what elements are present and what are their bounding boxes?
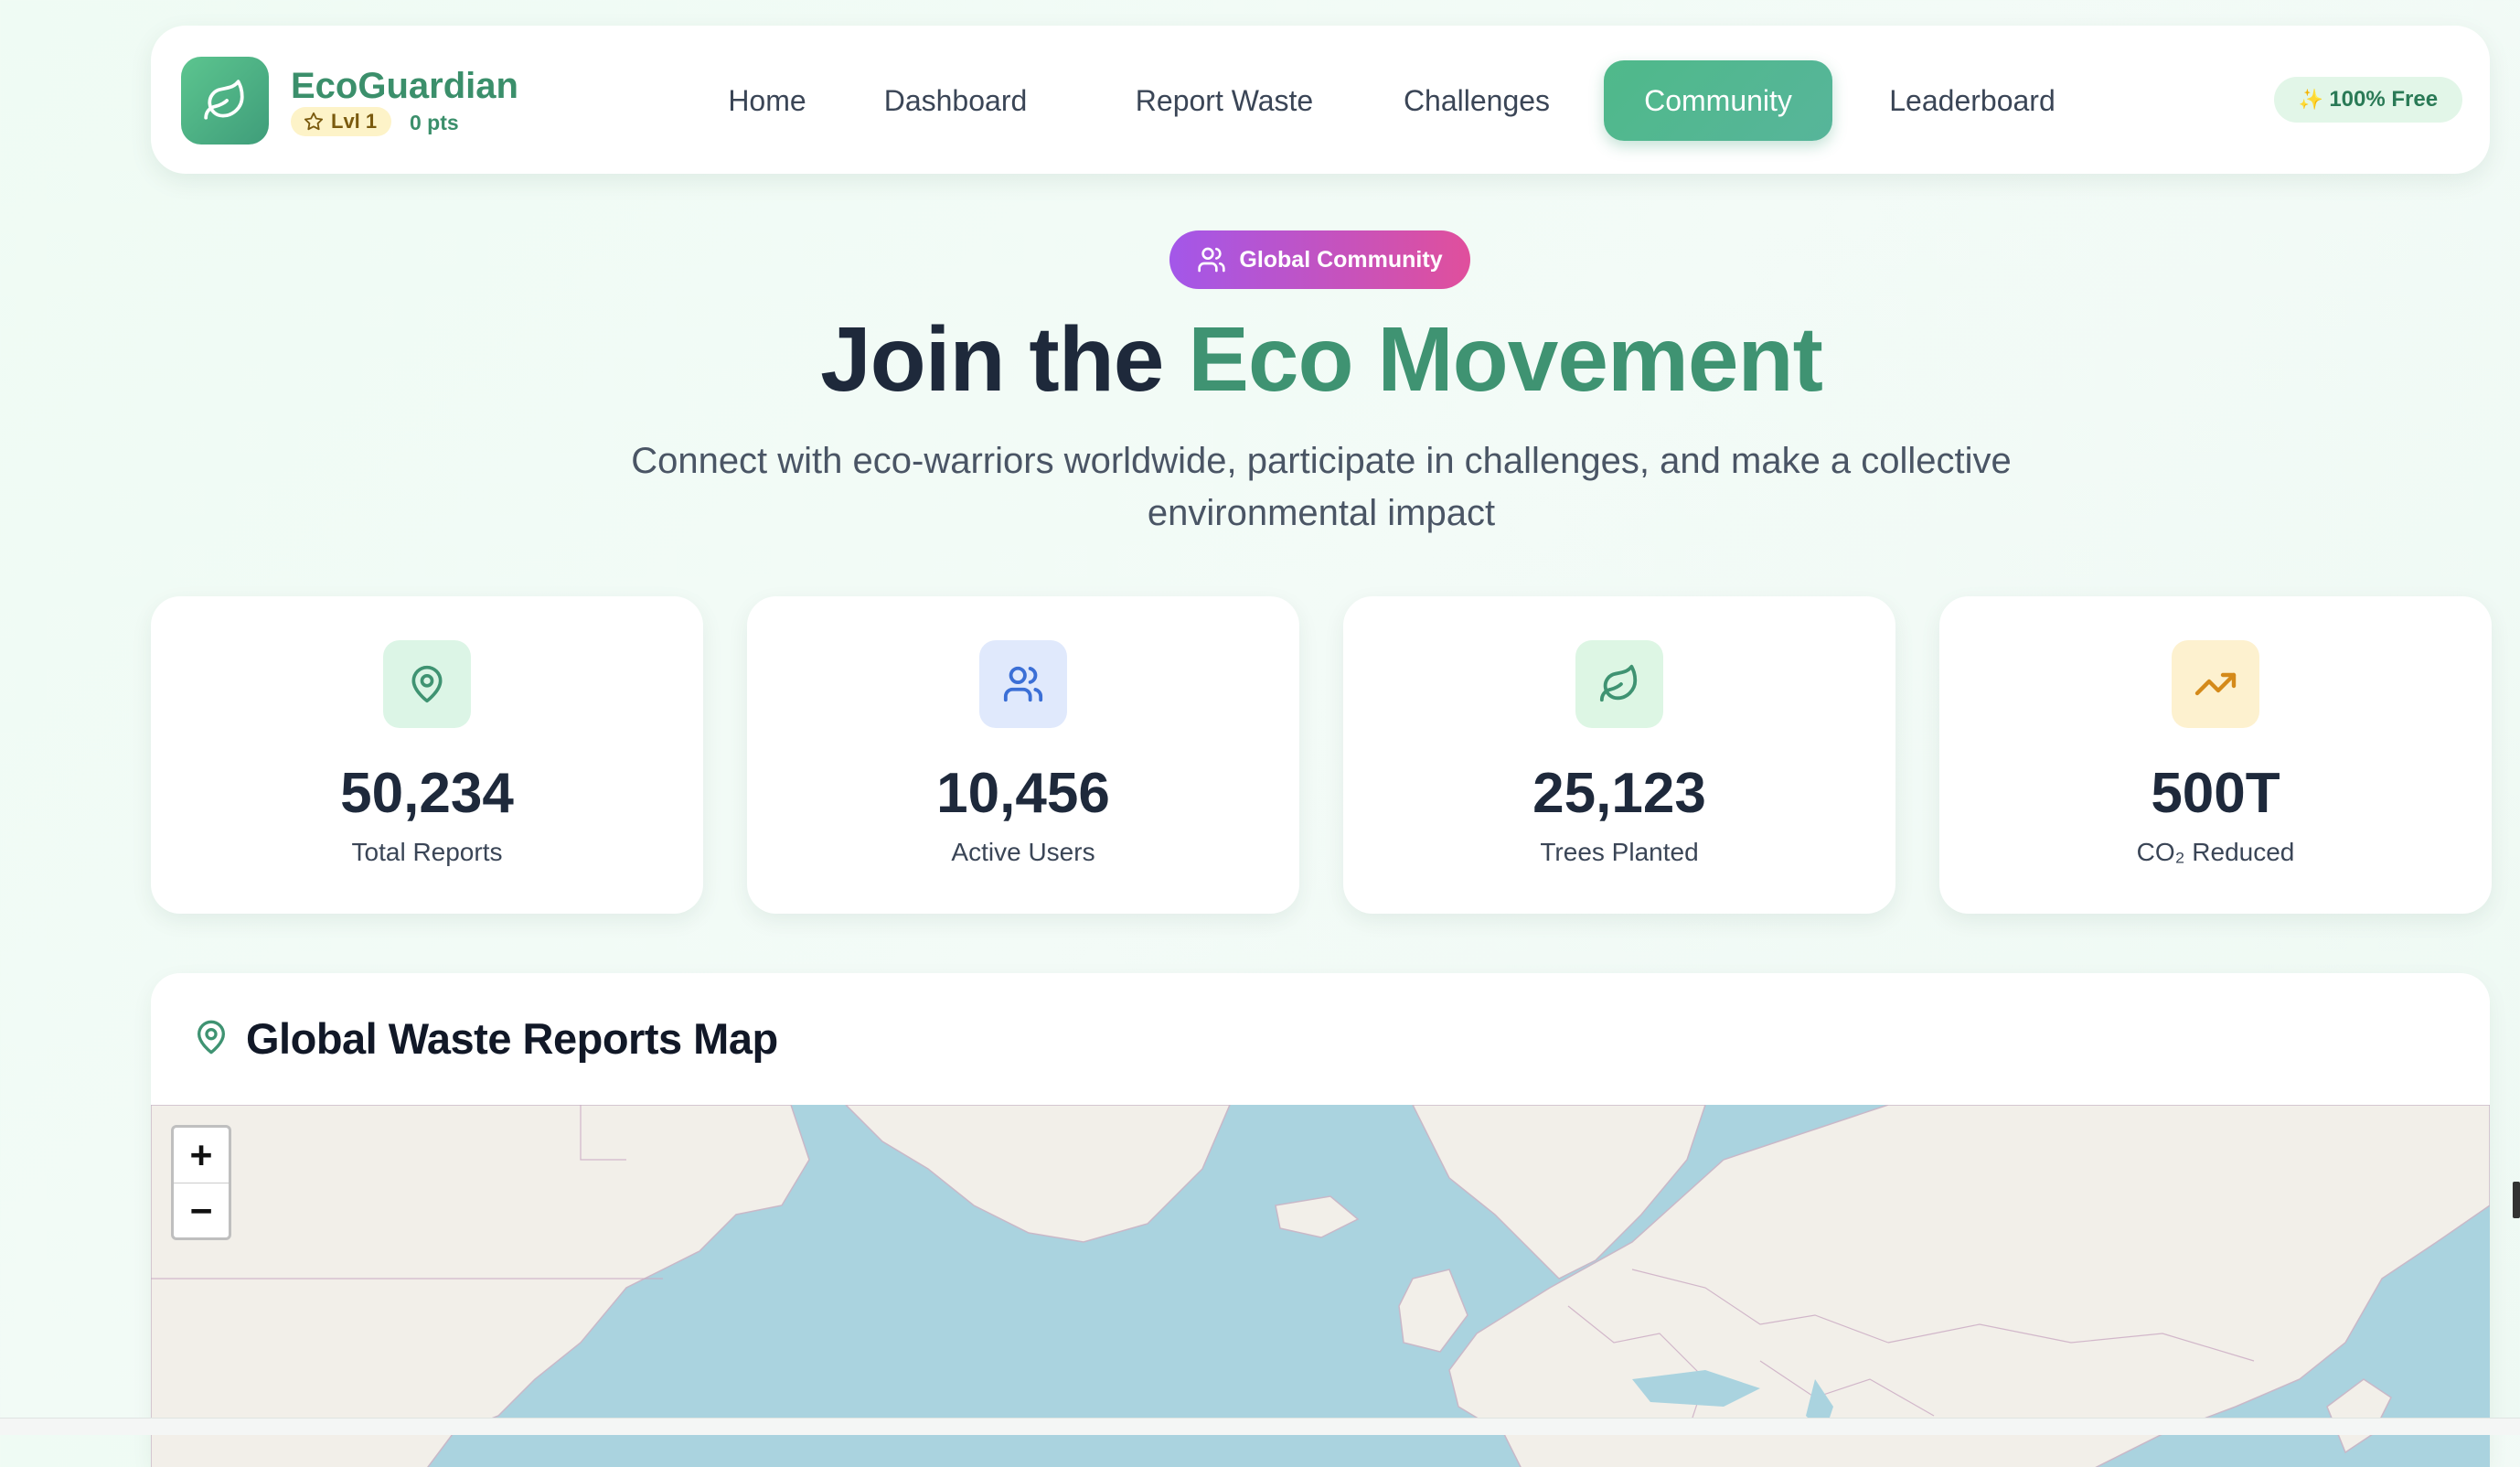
stat-card-active-users: 10,456 Active Users bbox=[747, 596, 1299, 914]
stat-value: 50,234 bbox=[340, 762, 514, 825]
stat-label: Trees Planted bbox=[1540, 838, 1699, 866]
star-icon bbox=[304, 112, 324, 131]
zoom-out-button[interactable]: − bbox=[174, 1183, 229, 1237]
users-icon bbox=[1198, 247, 1226, 273]
stat-label: CO₂ Reduced bbox=[2136, 838, 2295, 866]
leaf-icon bbox=[1599, 664, 1638, 702]
points-label: 0 pts bbox=[410, 111, 459, 134]
stat-icon-tile bbox=[383, 640, 471, 728]
nav-challenges[interactable]: Challenges bbox=[1381, 60, 1573, 141]
stat-card-total-reports: 50,234 Total Reports bbox=[151, 596, 703, 914]
top-navbar: EcoGuardian Lvl 1 0 pts Home Dashboard R… bbox=[151, 26, 2490, 174]
nav-dashboard[interactable]: Dashboard bbox=[868, 60, 1043, 141]
hero-subtitle: Connect with eco-warriors worldwide, par… bbox=[631, 441, 2012, 533]
stat-value: 25,123 bbox=[1532, 762, 1706, 825]
free-badge: ✨ 100% Free bbox=[2274, 77, 2462, 123]
stat-card-trees-planted: 25,123 Trees Planted bbox=[1343, 596, 1895, 914]
sparkle-icon: ✨ bbox=[2298, 88, 2324, 111]
nav-report-waste[interactable]: Report Waste bbox=[1126, 60, 1323, 141]
hero-title-accent: Eco Movement bbox=[1188, 308, 1823, 411]
trending-up-icon bbox=[2194, 672, 2237, 696]
users-icon bbox=[1003, 666, 1043, 702]
stat-value: 10,456 bbox=[936, 762, 1110, 825]
map-pin-icon bbox=[411, 665, 443, 703]
stat-label: Active Users bbox=[951, 838, 1095, 866]
scrollbar-handle[interactable] bbox=[2513, 1182, 2520, 1218]
hero-title-part1: Join the bbox=[820, 308, 1189, 411]
nav-leaderboard[interactable]: Leaderboard bbox=[1875, 60, 2069, 141]
free-badge-label: 100% Free bbox=[2329, 87, 2439, 112]
stat-value: 500T bbox=[2151, 762, 2280, 825]
page-bottom-edge bbox=[0, 1418, 2520, 1435]
logo-tile[interactable] bbox=[181, 57, 269, 145]
stat-icon-tile bbox=[979, 640, 1067, 728]
map-title: Global Waste Reports Map bbox=[246, 1014, 778, 1063]
nav-community[interactable]: Community bbox=[1604, 60, 1832, 141]
stat-icon-tile bbox=[1575, 640, 1663, 728]
level-badge: Lvl 1 bbox=[291, 107, 392, 136]
stat-label: Total Reports bbox=[351, 838, 503, 866]
stat-icon-tile bbox=[2172, 640, 2259, 728]
zoom-in-button[interactable]: + bbox=[174, 1128, 229, 1183]
leaf-logo-icon bbox=[204, 80, 244, 120]
global-map-card: Global Waste Reports Map + − bbox=[151, 973, 2490, 1467]
nav-home[interactable]: Home bbox=[705, 60, 829, 141]
map-zoom-control: + − bbox=[171, 1125, 231, 1240]
map-pin-icon bbox=[198, 1020, 225, 1055]
global-community-pill: Global Community bbox=[1169, 230, 1470, 289]
level-label: Lvl 1 bbox=[331, 110, 378, 133]
stat-card-co2-reduced: 500T CO₂ Reduced bbox=[1939, 596, 2492, 914]
map-land-layer bbox=[151, 1105, 2490, 1467]
hero-title: Join the Eco Movement bbox=[0, 307, 2520, 412]
pill-label: Global Community bbox=[1239, 246, 1443, 273]
brand-name[interactable]: EcoGuardian bbox=[291, 66, 518, 107]
world-map[interactable]: + − bbox=[151, 1105, 2490, 1467]
